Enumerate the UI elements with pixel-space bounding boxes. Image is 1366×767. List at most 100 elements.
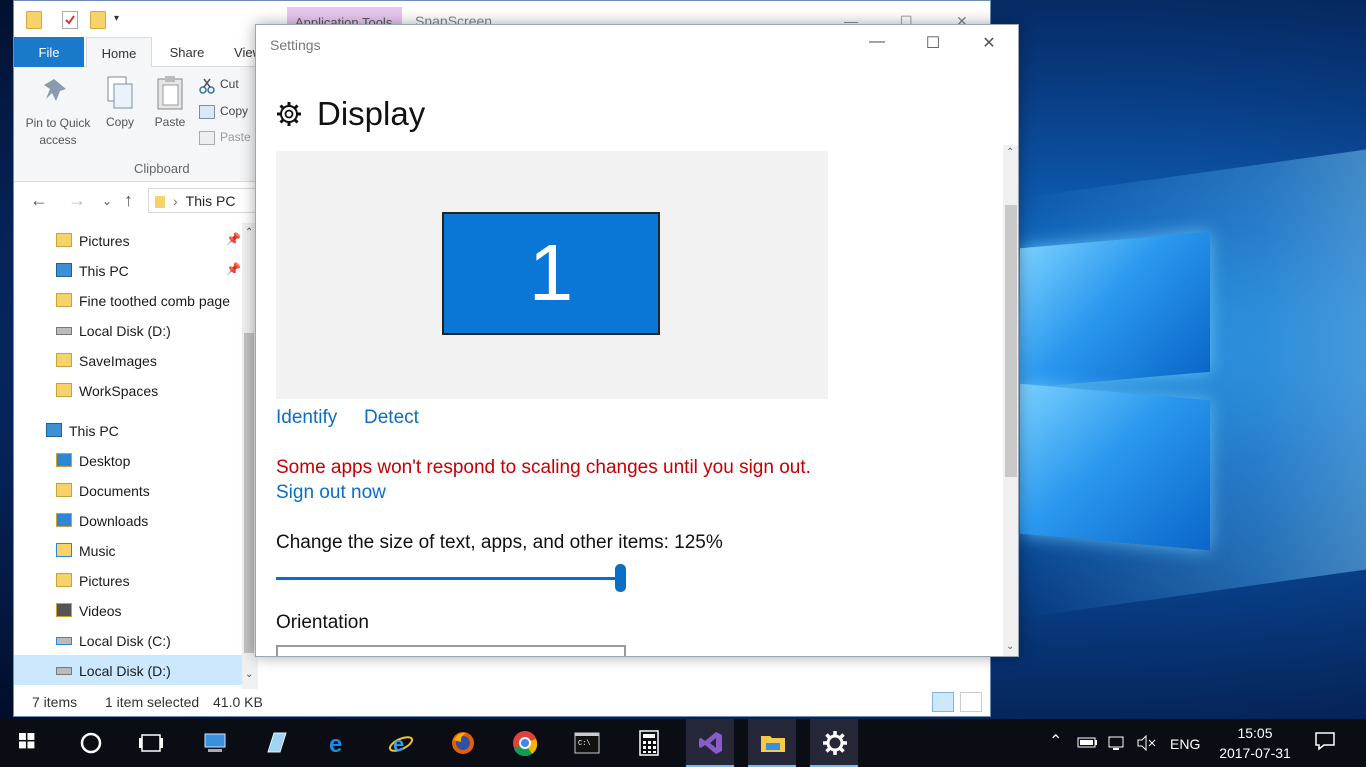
address-box[interactable]: › This PC — [148, 188, 258, 213]
nav-item-downloads[interactable]: Downloads — [14, 505, 244, 535]
pin-to-quick-access-button[interactable]: Pin to Quick access — [20, 75, 96, 149]
tab-file[interactable]: File — [14, 37, 84, 67]
tab-share[interactable]: Share — [162, 37, 212, 67]
scroll-down-icon[interactable]: ⌄ — [1006, 641, 1014, 652]
visual-studio-icon[interactable] — [686, 719, 734, 767]
nav-item-pictures[interactable]: Pictures — [14, 565, 244, 595]
pin-icon[interactable]: 📌 — [226, 262, 241, 276]
copy-button[interactable]: Copy — [100, 75, 140, 129]
new-folder-icon[interactable] — [90, 11, 106, 29]
language-indicator[interactable]: ENG — [1170, 736, 1200, 752]
clock-date: 2017-07-31 — [1219, 745, 1291, 761]
scroll-up-icon[interactable]: ⌃ — [245, 227, 253, 238]
page-title: Display — [317, 95, 426, 132]
nav-item-desktop[interactable]: Desktop — [14, 445, 244, 475]
cut-label: Cut — [220, 77, 239, 91]
scroll-down-icon[interactable]: ⌄ — [245, 669, 253, 680]
paste-button[interactable]: Paste — [150, 75, 190, 129]
orientation-label: Orientation — [276, 612, 369, 633]
music-folder-icon — [56, 543, 72, 557]
windows-drive-icon — [56, 637, 72, 645]
battery-icon[interactable] — [1077, 735, 1099, 752]
maximize-icon[interactable]: ☐ — [910, 33, 956, 53]
monitor-1[interactable]: 1 — [442, 212, 660, 335]
start-icon[interactable] — [6, 719, 54, 767]
notepad-icon[interactable] — [252, 719, 300, 767]
settings-title: Settings — [270, 37, 321, 53]
computer-app-icon[interactable] — [190, 719, 238, 767]
orientation-dropdown[interactable] — [276, 645, 626, 656]
pictures-folder-icon — [56, 233, 72, 247]
cut-button[interactable]: Cut — [199, 77, 239, 94]
file-explorer-icon[interactable] — [748, 719, 796, 767]
settings-scrollbar[interactable]: ⌃ ⌄ — [1003, 145, 1018, 656]
display-arrangement-area: 1 — [276, 151, 828, 399]
drive-icon — [56, 667, 72, 675]
clock[interactable]: 15:05 2017-07-31 — [1210, 723, 1300, 763]
selection-size: 41.0 KB — [213, 694, 263, 710]
close-icon[interactable]: ✕ — [966, 33, 1012, 53]
address-text: This PC — [185, 193, 236, 209]
svg-text:C:\: C:\ — [578, 740, 591, 748]
nav-item-workspaces[interactable]: WorkSpaces — [14, 375, 244, 405]
calculator-icon[interactable] — [624, 719, 672, 767]
nav-item-documents[interactable]: Documents — [14, 475, 244, 505]
back-arrow-icon[interactable]: ← — [30, 190, 48, 211]
properties-icon[interactable] — [62, 11, 78, 29]
firefox-icon[interactable] — [438, 719, 486, 767]
scale-slider-thumb[interactable] — [615, 564, 626, 592]
nav-item-label: Pictures — [79, 573, 130, 589]
details-view-icon[interactable] — [932, 692, 954, 712]
settings-scroll-thumb[interactable] — [1005, 205, 1017, 477]
network-icon[interactable] — [1107, 735, 1125, 754]
cortana-icon[interactable] — [66, 719, 114, 767]
task-view-icon[interactable] — [126, 719, 174, 767]
copy-path-button[interactable]: Copy — [199, 104, 248, 119]
scroll-up-icon[interactable]: ⌃ — [1006, 147, 1014, 158]
recent-locations-icon[interactable]: ⌄ — [102, 194, 112, 208]
volume-muted-icon[interactable] — [1136, 734, 1158, 754]
nav-scroll-thumb[interactable] — [244, 333, 254, 653]
minimize-icon[interactable]: — — [854, 33, 900, 51]
customize-toolbar-icon[interactable]: ▾ — [114, 13, 130, 31]
svg-text:e: e — [329, 731, 342, 756]
sign-out-link[interactable]: Sign out now — [276, 482, 386, 504]
edge-icon[interactable]: e — [314, 719, 362, 767]
nav-item-fine-toothed[interactable]: Fine toothed comb page — [14, 285, 244, 315]
svg-text:e: e — [393, 734, 404, 756]
nav-item-this-pc[interactable]: This PC — [14, 415, 244, 445]
nav-item-local-disk-d-quick[interactable]: Local Disk (D:) — [14, 315, 244, 345]
cmd-icon[interactable]: C:\ — [562, 719, 610, 767]
nav-item-local-disk-c[interactable]: Local Disk (C:) — [14, 625, 244, 655]
navigation-pane: Pictures 📌 This PC 📌 Fine toothed comb p… — [14, 223, 258, 689]
chrome-icon[interactable] — [500, 719, 548, 767]
nav-item-label: This PC — [79, 263, 129, 279]
folder-icon — [155, 196, 165, 209]
forward-arrow-icon[interactable]: → — [68, 190, 86, 211]
nav-item-this-pc-quick[interactable]: This PC 📌 — [14, 255, 244, 285]
up-arrow-icon[interactable]: ↑ — [124, 190, 133, 211]
show-hidden-icons-chevron-icon[interactable]: ⌃ — [1049, 731, 1062, 751]
folder-icon[interactable] — [26, 11, 42, 29]
tab-home[interactable]: Home — [86, 37, 152, 68]
settings-gear-icon[interactable] — [810, 719, 858, 767]
settings-window: Settings — ☐ ✕ Display 1 Identify Detect… — [255, 24, 1019, 657]
scaling-warning: Some apps won't respond to scaling chang… — [276, 457, 811, 478]
computer-icon — [56, 263, 72, 277]
internet-explorer-icon[interactable]: e — [376, 719, 424, 767]
scale-slider-track[interactable] — [276, 577, 621, 580]
detect-link[interactable]: Detect — [364, 407, 419, 429]
identify-link[interactable]: Identify — [276, 407, 337, 429]
nav-item-pictures-quick[interactable]: Pictures 📌 — [14, 225, 244, 255]
large-icons-view-icon[interactable] — [960, 692, 982, 712]
nav-item-label: Downloads — [79, 513, 149, 529]
action-center-icon[interactable] — [1314, 731, 1336, 754]
item-count: 7 items — [32, 694, 78, 710]
nav-item-videos[interactable]: Videos — [14, 595, 244, 625]
pin-icon[interactable]: 📌 — [226, 232, 241, 246]
videos-folder-icon — [56, 603, 72, 617]
paste-shortcut-button[interactable]: Paste — [199, 130, 251, 145]
nav-item-saveimages[interactable]: SaveImages — [14, 345, 244, 375]
nav-item-local-disk-d[interactable]: Local Disk (D:) — [14, 655, 242, 685]
nav-item-music[interactable]: Music — [14, 535, 244, 565]
